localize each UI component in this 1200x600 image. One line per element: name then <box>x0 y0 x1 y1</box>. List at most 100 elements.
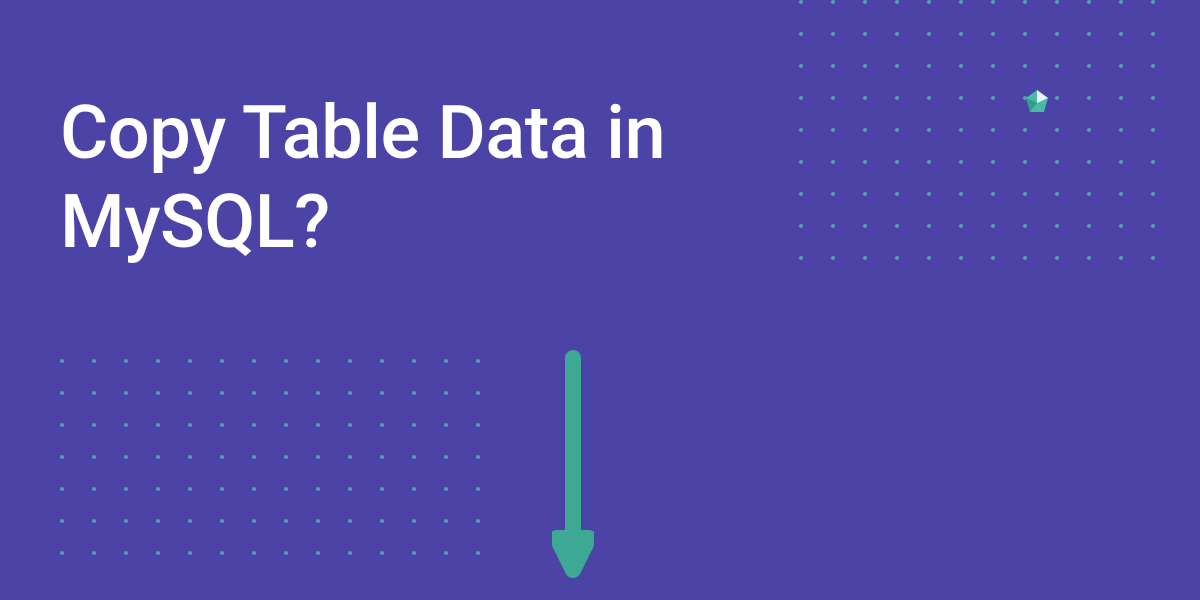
dot <box>124 359 128 363</box>
dot <box>1023 224 1027 228</box>
dot <box>92 423 96 427</box>
dot <box>959 0 963 4</box>
dot <box>284 487 288 491</box>
dot <box>1151 160 1155 164</box>
dot <box>927 96 931 100</box>
dot <box>412 487 416 491</box>
dot <box>252 455 256 459</box>
dot <box>348 519 352 523</box>
dot <box>156 423 160 427</box>
dot <box>991 32 995 36</box>
dot <box>220 359 224 363</box>
dot <box>444 487 448 491</box>
dot <box>959 160 963 164</box>
dot <box>863 224 867 228</box>
dot <box>799 160 803 164</box>
dot <box>124 519 128 523</box>
dot <box>348 359 352 363</box>
dot <box>831 96 835 100</box>
dot <box>252 391 256 395</box>
dot <box>188 551 192 555</box>
dot <box>1087 128 1091 132</box>
dot <box>156 455 160 459</box>
dot <box>1151 0 1155 4</box>
dot <box>1119 96 1123 100</box>
dot <box>60 359 64 363</box>
dot <box>284 359 288 363</box>
dot <box>1151 224 1155 228</box>
dot <box>476 519 480 523</box>
dot <box>991 256 995 260</box>
dot <box>220 423 224 427</box>
page-title: Copy Table Data in MySQL? <box>60 90 760 268</box>
dot <box>831 32 835 36</box>
dot <box>1055 0 1059 4</box>
dot <box>188 519 192 523</box>
dot <box>188 391 192 395</box>
dot <box>220 519 224 523</box>
dot <box>220 391 224 395</box>
dot <box>799 32 803 36</box>
dot <box>1055 96 1059 100</box>
dot <box>92 551 96 555</box>
dot <box>991 96 995 100</box>
dot <box>991 128 995 132</box>
dot <box>476 359 480 363</box>
dot <box>1055 256 1059 260</box>
dot <box>863 160 867 164</box>
dot <box>895 192 899 196</box>
dot <box>476 455 480 459</box>
dot <box>1119 0 1123 4</box>
dot <box>927 32 931 36</box>
dot <box>444 423 448 427</box>
dot <box>1087 256 1091 260</box>
dot <box>380 423 384 427</box>
dot <box>444 519 448 523</box>
dot <box>895 128 899 132</box>
dot <box>60 423 64 427</box>
dot <box>156 359 160 363</box>
dot <box>444 359 448 363</box>
dot <box>959 192 963 196</box>
dot <box>92 359 96 363</box>
dot <box>863 96 867 100</box>
dot <box>1023 128 1027 132</box>
dot <box>831 128 835 132</box>
dot <box>124 391 128 395</box>
dot <box>412 551 416 555</box>
dot <box>799 192 803 196</box>
dot <box>156 391 160 395</box>
dot <box>348 487 352 491</box>
dot <box>284 423 288 427</box>
dot <box>895 224 899 228</box>
dot <box>1023 160 1027 164</box>
dot <box>188 423 192 427</box>
dot <box>1119 32 1123 36</box>
dot <box>156 519 160 523</box>
dot <box>60 551 64 555</box>
dot <box>444 391 448 395</box>
dot <box>1023 256 1027 260</box>
dot <box>188 487 192 491</box>
dot <box>831 64 835 68</box>
dot <box>252 423 256 427</box>
dot <box>895 256 899 260</box>
dot <box>927 0 931 4</box>
dot <box>1055 64 1059 68</box>
dot <box>959 64 963 68</box>
dot <box>1055 160 1059 164</box>
dot <box>124 455 128 459</box>
dot <box>799 96 803 100</box>
dot <box>252 359 256 363</box>
dot <box>284 519 288 523</box>
dot <box>348 423 352 427</box>
dot <box>92 455 96 459</box>
dot <box>863 0 867 4</box>
dot <box>476 423 480 427</box>
dot <box>1087 96 1091 100</box>
dot <box>284 551 288 555</box>
dot <box>895 0 899 4</box>
dot <box>1055 128 1059 132</box>
dot <box>284 391 288 395</box>
dot <box>1119 224 1123 228</box>
